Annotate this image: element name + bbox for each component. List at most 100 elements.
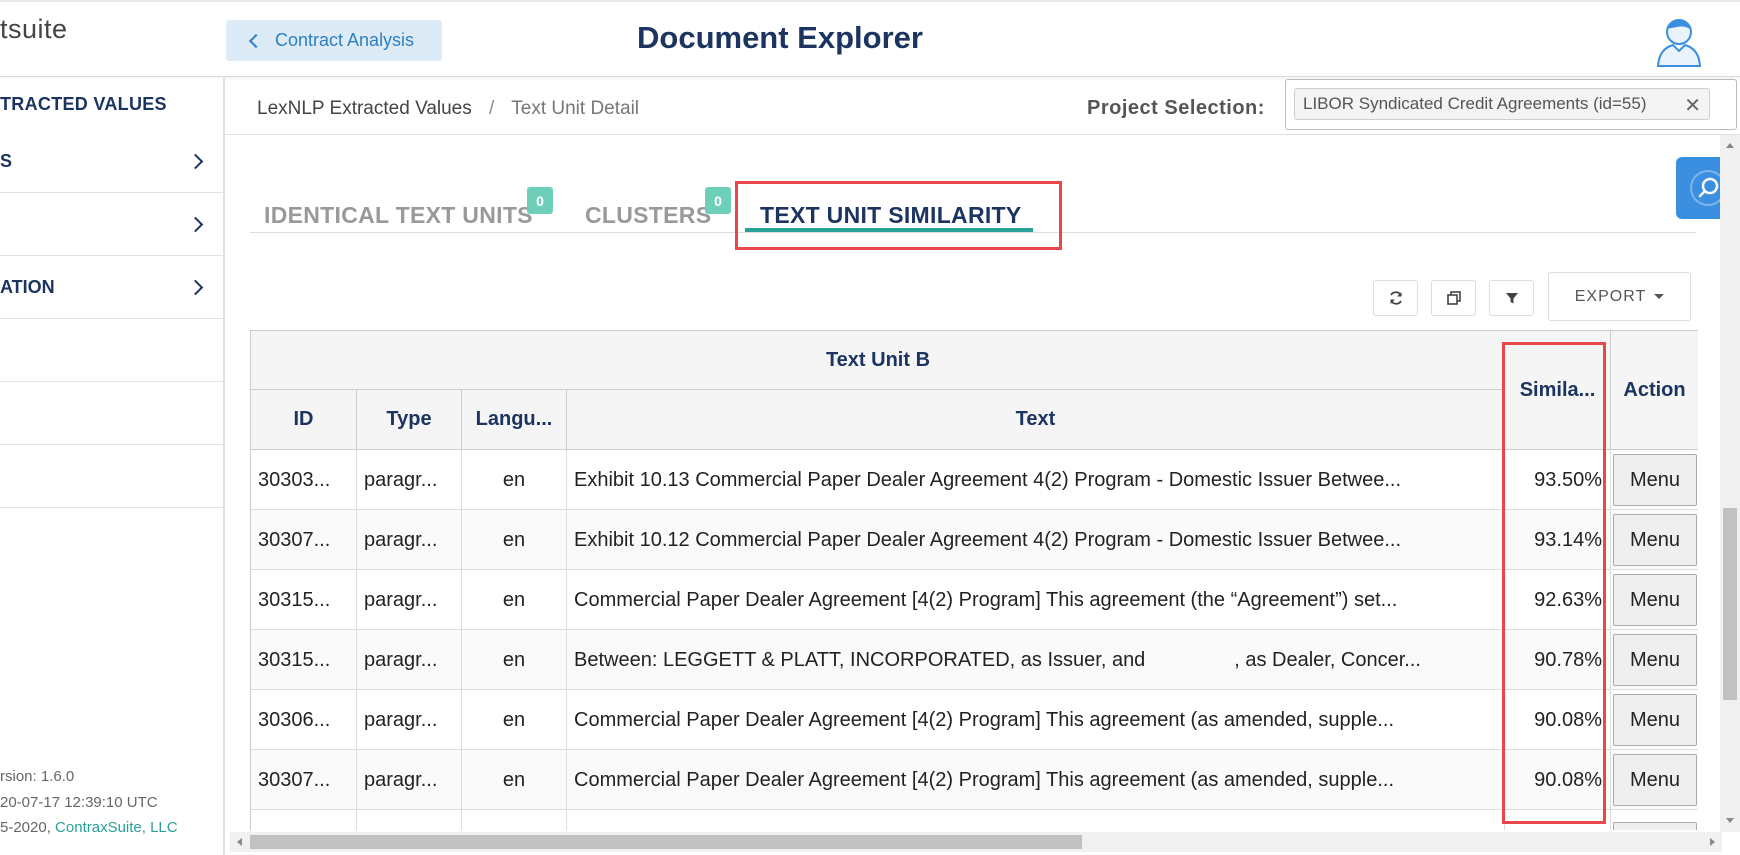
row-menu-button[interactable]: Menu bbox=[1613, 634, 1697, 686]
remove-project-icon[interactable]: ✕ bbox=[1684, 93, 1701, 118]
copy-button[interactable] bbox=[1431, 280, 1476, 316]
copy-icon bbox=[1446, 291, 1461, 305]
row-menu-button[interactable]: Menu bbox=[1613, 514, 1697, 566]
project-selection-label: Project Selection: bbox=[1087, 97, 1265, 119]
column-header-id[interactable]: ID bbox=[251, 390, 357, 450]
row-menu-button[interactable]: Menu bbox=[1613, 454, 1697, 506]
selected-project-tag: LIBOR Syndicated Credit Agreements (id=5… bbox=[1294, 88, 1710, 120]
table-row[interactable]: 30303... paragr... en Exhibit 10.13 Comm… bbox=[251, 450, 1698, 510]
similarity-column-highlight-box bbox=[1502, 342, 1606, 824]
cell-language: en bbox=[462, 750, 567, 810]
sidebar-item-3[interactable]: ATION bbox=[0, 256, 223, 319]
cell-empty bbox=[567, 810, 1505, 830]
cell-action: Menu bbox=[1611, 450, 1698, 510]
cell-id: 30303... bbox=[251, 450, 357, 510]
row-menu-button[interactable]: Menu bbox=[1613, 754, 1697, 806]
cell-id: 30307... bbox=[251, 510, 357, 570]
column-group-header-text-unit-b: Text Unit B bbox=[251, 330, 1505, 390]
back-to-contract-analysis-button[interactable]: Contract Analysis bbox=[226, 20, 442, 61]
chevron-left-icon bbox=[248, 33, 264, 48]
back-button-label: Contract Analysis bbox=[275, 30, 415, 50]
cell-text: Exhibit 10.12 Commercial Paper Dealer Ag… bbox=[567, 510, 1505, 570]
sidebar-item-label: S bbox=[0, 150, 13, 171]
app-logo[interactable]: tsuite bbox=[0, 14, 68, 45]
tab-identical-text-units[interactable]: IDENTICAL TEXT UNITS bbox=[264, 202, 533, 229]
table-row[interactable]: 30315... paragr... en Between: LEGGETT &… bbox=[251, 630, 1698, 690]
row-menu-button-partial[interactable] bbox=[1613, 822, 1697, 830]
cell-language: en bbox=[462, 690, 567, 750]
export-dropdown-button[interactable]: EXPORT bbox=[1548, 272, 1691, 321]
column-header-type[interactable]: Type bbox=[357, 390, 462, 450]
column-header-language[interactable]: Langu... bbox=[462, 390, 567, 450]
cell-text: Exhibit 10.13 Commercial Paper Dealer Ag… bbox=[567, 450, 1505, 510]
similarity-table: Text Unit B ID Type Langu... Text Simila… bbox=[250, 330, 1698, 830]
horizontal-scroll-thumb[interactable] bbox=[250, 835, 1082, 849]
cell-action: Menu bbox=[1611, 570, 1698, 630]
refresh-icon bbox=[1389, 291, 1402, 305]
copyright-years: 5-2020, bbox=[0, 819, 56, 836]
company-link[interactable]: ContraxSuite, LLC bbox=[55, 819, 178, 836]
table-row[interactable]: 30306... paragr... en Commercial Paper D… bbox=[251, 690, 1698, 750]
sidebar-heading: TRACTED VALUES bbox=[0, 94, 167, 114]
scroll-left-arrow-icon[interactable] bbox=[235, 837, 245, 847]
vertical-scrollbar[interactable] bbox=[1720, 135, 1740, 832]
cell-type: paragr... bbox=[357, 510, 462, 570]
cell-text: Commercial Paper Dealer Agreement [4(2) … bbox=[567, 570, 1505, 630]
selected-project-label: LIBOR Syndicated Credit Agreements (id=5… bbox=[1303, 94, 1647, 113]
cell-action: Menu bbox=[1611, 750, 1698, 810]
horizontal-scrollbar[interactable] bbox=[230, 832, 1722, 852]
breadcrumb-bar: LexNLP Extracted Values / Text Unit Deta… bbox=[225, 78, 1740, 135]
copyright-text: 5-2020, ContraxSuite, LLC bbox=[0, 819, 178, 836]
cell-id: 30306... bbox=[251, 690, 357, 750]
table-row[interactable]: 30315... paragr... en Commercial Paper D… bbox=[251, 570, 1698, 630]
cell-language: en bbox=[462, 510, 567, 570]
cell-id: 30307... bbox=[251, 750, 357, 810]
cell-text: Commercial Paper Dealer Agreement [4(2) … bbox=[567, 750, 1505, 810]
chevron-right-icon bbox=[187, 153, 204, 170]
build-date-text: 20-07-17 12:39:10 UTC bbox=[0, 794, 158, 811]
chevron-right-icon bbox=[187, 216, 204, 233]
cell-action: Menu bbox=[1611, 630, 1698, 690]
refresh-button[interactable] bbox=[1373, 280, 1418, 316]
table-row[interactable]: 30307... paragr... en Commercial Paper D… bbox=[251, 750, 1698, 810]
vertical-scroll-thumb[interactable] bbox=[1723, 508, 1737, 700]
caret-down-icon bbox=[1654, 294, 1665, 299]
breadcrumb-separator: / bbox=[489, 98, 495, 119]
sidebar-item-2[interactable] bbox=[0, 193, 223, 256]
sidebar-item-1[interactable]: S bbox=[0, 130, 223, 193]
table-row[interactable]: 30307... paragr... en Exhibit 10.12 Comm… bbox=[251, 510, 1698, 570]
cell-type: paragr... bbox=[357, 750, 462, 810]
column-header-text[interactable]: Text bbox=[567, 390, 1505, 450]
cell-type: paragr... bbox=[357, 570, 462, 630]
cell-action: Menu bbox=[1611, 690, 1698, 750]
page-title: Document Explorer bbox=[637, 20, 923, 55]
sidebar-item-empty bbox=[0, 319, 223, 382]
cell-empty bbox=[357, 810, 462, 830]
identical-text-units-count-badge: 0 bbox=[527, 187, 553, 214]
row-menu-button[interactable]: Menu bbox=[1613, 574, 1697, 626]
breadcrumb-current: Text Unit Detail bbox=[511, 98, 640, 119]
scroll-up-arrow-icon[interactable] bbox=[1725, 141, 1735, 151]
cell-language: en bbox=[462, 570, 567, 630]
cell-empty bbox=[251, 810, 357, 830]
chevron-right-icon bbox=[187, 279, 204, 296]
scroll-right-arrow-icon[interactable] bbox=[1707, 837, 1717, 847]
row-menu-button[interactable]: Menu bbox=[1613, 694, 1697, 746]
app-header: tsuite Contract Analysis Document Explor… bbox=[0, 0, 1740, 77]
cell-action bbox=[1611, 810, 1698, 830]
clusters-count-badge: 0 bbox=[705, 187, 731, 214]
filter-button[interactable] bbox=[1489, 280, 1534, 316]
scroll-down-arrow-icon[interactable] bbox=[1725, 815, 1735, 825]
version-text: rsion: 1.6.0 bbox=[0, 768, 75, 785]
cell-action: Menu bbox=[1611, 510, 1698, 570]
tab-clusters[interactable]: CLUSTERS bbox=[585, 202, 711, 229]
breadcrumb-parent-link[interactable]: LexNLP Extracted Values bbox=[257, 98, 472, 119]
project-selection-field[interactable]: LIBOR Syndicated Credit Agreements (id=5… bbox=[1285, 79, 1737, 130]
cell-text: Between: LEGGETT & PLATT, INCORPORATED, … bbox=[567, 630, 1505, 690]
sidebar-item-empty bbox=[0, 445, 223, 508]
user-avatar-icon[interactable] bbox=[1655, 15, 1703, 67]
breadcrumb: LexNLP Extracted Values / Text Unit Deta… bbox=[257, 98, 639, 120]
cell-empty bbox=[462, 810, 567, 830]
tab-highlight-box bbox=[735, 181, 1062, 250]
cell-type: paragr... bbox=[357, 630, 462, 690]
